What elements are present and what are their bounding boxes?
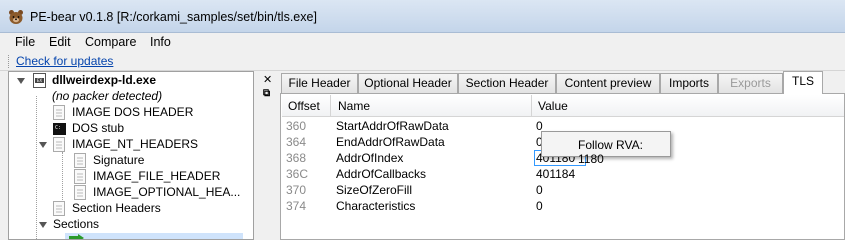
tree-item-label: IMAGE_FILE_HEADER	[93, 169, 221, 183]
row-offset: 364	[286, 135, 307, 149]
tree-item-dos-stub[interactable]: C: DOS stub	[9, 121, 253, 137]
tree-item-label: Section Headers	[72, 201, 161, 215]
bear-icon	[9, 10, 23, 24]
row-name: AddrOfIndex	[336, 151, 404, 165]
column-header-offset[interactable]: Offset	[288, 99, 320, 113]
dock-controls: ✕ ⧉	[258, 71, 280, 240]
column-divider[interactable]	[531, 95, 532, 117]
table-row[interactable]: 374 Characteristics 0	[282, 198, 844, 214]
tab-section-header[interactable]: Section Header	[458, 73, 556, 93]
tree-item-label: DOS stub	[72, 121, 125, 135]
float-icon[interactable]: ⧉	[263, 88, 270, 99]
row-name: EndAddrOfRawData	[336, 135, 445, 149]
table-header: Offset Name Value	[282, 95, 844, 117]
document-icon	[53, 137, 65, 152]
tree-item-optional-header[interactable]: IMAGE_OPTIONAL_HEA...	[9, 185, 253, 201]
svg-text:EX: EX	[37, 78, 43, 83]
update-toolbar: Check for updates	[0, 52, 845, 71]
tab-exports: Exports	[718, 73, 783, 93]
document-icon	[74, 185, 86, 200]
row-name: Characteristics	[336, 199, 416, 213]
tab-tls[interactable]: TLS	[783, 71, 823, 94]
menu-file[interactable]: File	[15, 35, 35, 49]
tree-item-label: Sections	[53, 217, 100, 231]
table-row[interactable]: 370 SizeOfZeroFill 0	[282, 182, 844, 198]
row-offset: 36C	[286, 167, 309, 181]
expand-arrow-icon[interactable]	[17, 78, 25, 84]
console-icon: C:	[53, 123, 66, 135]
tab-optional-header[interactable]: Optional Header	[358, 73, 458, 93]
tree-item-dos-header[interactable]: IMAGE DOS HEADER	[9, 105, 253, 121]
row-offset: 368	[286, 151, 307, 165]
tree-item-signature[interactable]: Signature	[9, 153, 253, 169]
toolbar-grip[interactable]	[8, 55, 10, 68]
tab-file-header[interactable]: File Header	[281, 73, 358, 93]
title-bar: PE-bear v0.1.8 [R:/corkami_samples/set/b…	[0, 0, 845, 33]
tree-item-section-headers[interactable]: Section Headers	[9, 201, 253, 217]
tab-content-preview[interactable]: Content preview	[556, 73, 660, 93]
tree-item-sections[interactable]: Sections	[9, 217, 253, 233]
tree-item-section-selected[interactable]	[65, 233, 243, 239]
packer-note-label: (no packer detected)	[52, 89, 163, 103]
check-updates-link[interactable]: Check for updates	[16, 54, 113, 68]
tree-item-label: IMAGE DOS HEADER	[72, 105, 194, 119]
column-header-name[interactable]: Name	[338, 99, 370, 113]
close-icon[interactable]: ✕	[263, 73, 272, 86]
menu-bar: File Edit Compare Info	[0, 33, 845, 52]
row-offset: 360	[286, 119, 307, 133]
row-offset: 374	[286, 199, 307, 213]
document-icon	[53, 201, 65, 216]
row-value[interactable]: 401184	[536, 167, 575, 181]
tree-item-nt-headers[interactable]: IMAGE_NT_HEADERS	[9, 137, 253, 153]
row-name: StartAddrOfRawData	[336, 119, 449, 133]
row-name: AddrOfCallbacks	[336, 167, 427, 181]
arrow-right-icon	[69, 234, 84, 239]
table-row[interactable]: 36C AddrOfCallbacks 401184	[282, 166, 844, 182]
row-value[interactable]: 0	[536, 199, 543, 213]
row-value[interactable]: 0	[536, 183, 543, 197]
packer-note: (no packer detected)	[9, 89, 253, 105]
row-offset: 370	[286, 183, 307, 197]
menu-edit[interactable]: Edit	[49, 35, 71, 49]
svg-text:C:: C:	[55, 125, 61, 131]
tree-item-label: IMAGE_NT_HEADERS	[72, 137, 199, 151]
tree-item-label: IMAGE_OPTIONAL_HEA...	[93, 185, 241, 199]
window-title: PE-bear v0.1.8 [R:/corkami_samples/set/b…	[30, 10, 317, 24]
pe-structure-tree[interactable]: EX dllweirdexp-ld.exe (no packer detecte…	[8, 71, 254, 240]
follow-rva-menu: Follow RVA: 1180	[541, 131, 671, 166]
menu-compare[interactable]: Compare	[85, 35, 136, 49]
menu-info[interactable]: Info	[150, 35, 171, 49]
tree-item-label: Signature	[93, 153, 145, 167]
exe-file-icon: EX	[33, 73, 46, 88]
expand-arrow-icon[interactable]	[39, 142, 47, 148]
tab-bar: File Header Optional Header Section Head…	[280, 71, 845, 94]
row-name: SizeOfZeroFill	[336, 183, 413, 197]
expand-arrow-icon[interactable]	[39, 222, 47, 228]
follow-rva-item[interactable]: Follow RVA: 1180	[578, 138, 670, 166]
tree-root-label: dllweirdexp-ld.exe	[52, 73, 157, 87]
tree-item-file-header[interactable]: IMAGE_FILE_HEADER	[9, 169, 253, 185]
column-divider[interactable]	[330, 95, 331, 117]
document-icon	[74, 169, 86, 184]
tab-imports[interactable]: Imports	[660, 73, 718, 93]
document-icon	[53, 105, 65, 120]
column-header-value[interactable]: Value	[538, 99, 568, 113]
document-icon	[74, 153, 86, 168]
tree-root-item[interactable]: EX dllweirdexp-ld.exe	[9, 73, 253, 89]
tls-table: Offset Name Value 360 StartAddrOfRawData…	[280, 93, 845, 240]
